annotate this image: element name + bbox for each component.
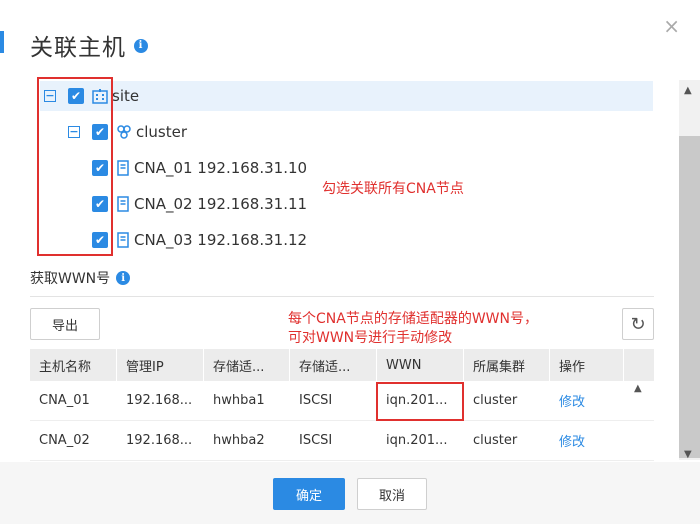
host-label: CNA_03 192.168.31.12 — [134, 231, 308, 249]
info-icon[interactable]: i — [116, 271, 131, 285]
modify-link[interactable]: 修改 — [550, 421, 624, 460]
column-header[interactable]: WWN — [377, 349, 464, 381]
server-icon — [116, 160, 130, 176]
column-header[interactable]: 存储适... — [290, 349, 377, 381]
cell-host-name: CNA_02 — [39, 433, 90, 448]
wwn-section-label: 获取WWN号 i — [30, 268, 131, 288]
table-scroll-up-icon[interactable]: ▲ — [634, 383, 642, 394]
info-icon[interactable]: i — [134, 38, 148, 53]
wwn-highlight-box — [376, 382, 464, 421]
table-row: CNA_01 192.168... hwhba1 ISCSI iqn.201..… — [30, 381, 654, 421]
cell-cluster: cluster — [473, 433, 518, 448]
dialog-title-text: 关联主机 — [30, 35, 126, 61]
column-header[interactable]: 管理IP — [117, 349, 204, 381]
annotation-select-nodes: 勾选关联所有CNA节点 — [322, 181, 464, 197]
close-icon[interactable]: × — [663, 14, 680, 38]
host-label: CNA_02 192.168.31.11 — [134, 195, 308, 213]
cell-wwn: iqn.201... — [386, 433, 448, 448]
export-button[interactable]: 导出 — [30, 308, 100, 340]
annotation-wwn-line2: 可对WWN号进行手动修改 — [288, 330, 453, 346]
scroll-down-icon[interactable]: ▼ — [684, 449, 692, 460]
cell-storage-adapter: hwhba2 — [213, 433, 265, 448]
cancel-button[interactable]: 取消 — [357, 478, 427, 510]
host-label: CNA_01 192.168.31.10 — [134, 159, 308, 177]
cell-mgmt-ip: 192.168... — [126, 433, 193, 448]
cluster-icon — [116, 124, 132, 140]
cell-storage-type: ISCSI — [299, 393, 333, 408]
annotation-wwn-line1: 每个CNA节点的存储适配器的WWN号， — [288, 311, 538, 327]
annotation-wwn: 每个CNA节点的存储适配器的WWN号， 可对WWN号进行手动修改 — [288, 310, 538, 348]
table-header: 主机名称 管理IP 存储适... 存储适... WWN 所属集群 操作 — [30, 349, 654, 381]
tree-node-host[interactable]: ✔ CNA_03 192.168.31.12 — [92, 225, 307, 255]
column-header[interactable]: 存储适... — [204, 349, 290, 381]
tree-node-host[interactable]: ✔ CNA_01 192.168.31.10 — [92, 153, 307, 183]
tree-node-host[interactable]: ✔ CNA_02 192.168.31.11 — [92, 189, 307, 219]
associate-host-dialog: 关联主机 i × ▲ ▼ − ✔ site − ✔ cluster ✔ CNA_0… — [0, 0, 700, 524]
server-icon — [116, 196, 130, 212]
wwn-table: 主机名称 管理IP 存储适... 存储适... WWN 所属集群 操作 CNA_… — [30, 349, 654, 461]
checkbox-highlight-box — [37, 77, 113, 256]
table-row: CNA_02 192.168... hwhba2 ISCSI iqn.201..… — [30, 421, 654, 461]
modify-link[interactable]: 修改 — [550, 381, 624, 420]
dialog-title: 关联主机 i — [30, 28, 148, 62]
dialog-footer: 确定 取消 — [0, 462, 700, 524]
tree-node-cluster-label: cluster — [136, 123, 188, 141]
scroll-up-icon[interactable]: ▲ — [684, 85, 692, 96]
table-scrollbar[interactable]: ▲ — [624, 381, 654, 461]
cell-mgmt-ip: 192.168... — [126, 393, 193, 408]
refresh-button[interactable]: ↻ — [622, 308, 654, 340]
column-header[interactable]: 操作 — [550, 349, 624, 381]
cell-host-name: CNA_01 — [39, 393, 90, 408]
divider — [30, 296, 654, 297]
ok-button[interactable]: 确定 — [273, 478, 345, 510]
cell-cluster: cluster — [473, 393, 518, 408]
tree-node-site-label: site — [112, 87, 140, 105]
scrollbar-thumb[interactable] — [679, 136, 700, 458]
dialog-scrollbar[interactable]: ▲ ▼ — [679, 80, 700, 460]
server-icon — [116, 232, 130, 248]
column-header[interactable]: 所属集群 — [464, 349, 550, 381]
tree-node-site[interactable]: − ✔ site — [40, 81, 653, 111]
wwn-section-text: 获取WWN号 — [30, 271, 111, 287]
title-accent-bar — [0, 31, 4, 53]
cell-storage-type: ISCSI — [299, 433, 333, 448]
cell-storage-adapter: hwhba1 — [213, 393, 265, 408]
column-header[interactable]: 主机名称 — [30, 349, 117, 381]
